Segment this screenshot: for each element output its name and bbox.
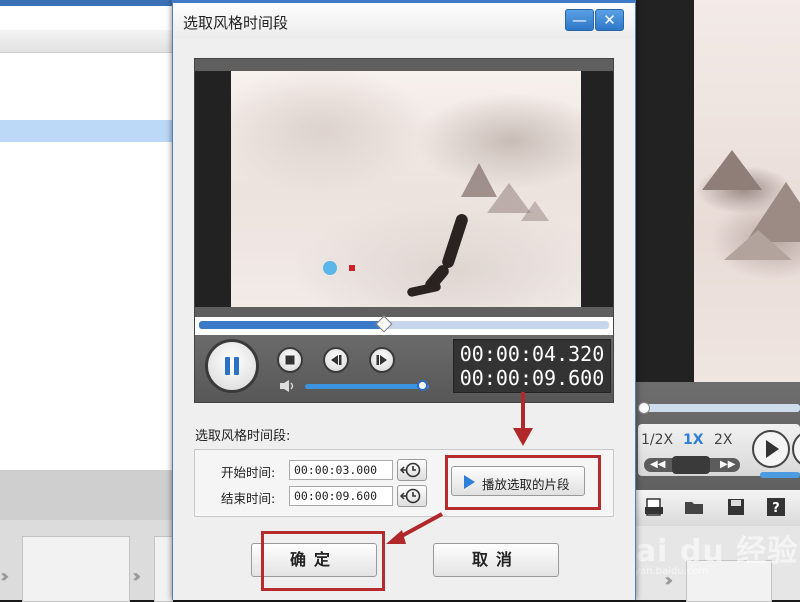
seek-bar-progress	[199, 321, 384, 329]
timeline-thumbnail[interactable]	[154, 536, 173, 602]
fast-forward-icon: ▶▶	[720, 459, 736, 470]
next-frame-button[interactable]	[369, 347, 395, 373]
background-seek-knob[interactable]	[638, 402, 650, 414]
watermark-logo: Bai du 经验	[612, 534, 799, 569]
overlay-record-icon	[349, 265, 355, 271]
volume-slider[interactable]	[305, 384, 429, 389]
time-display: 00:00:04.320 00:00:09.600	[453, 339, 611, 393]
speed-double[interactable]: 2X	[714, 432, 733, 448]
clock-reset-icon	[399, 462, 421, 478]
speed-normal[interactable]: 1X	[683, 432, 704, 448]
dialog-title: 选取风格时间段	[183, 14, 289, 32]
next-frame-icon	[376, 355, 387, 365]
background-titlebar	[0, 0, 172, 6]
help-icon[interactable]: ?	[766, 497, 786, 517]
new-file-icon[interactable]	[644, 497, 664, 517]
previous-frame-button[interactable]	[323, 347, 349, 373]
end-time-label: 结束时间:	[221, 491, 276, 506]
jog-slider[interactable]: ◀◀ ▶▶	[644, 456, 740, 474]
open-folder-icon[interactable]	[684, 497, 704, 517]
dialog-titlebar[interactable]: 选取风格时间段 — ✕	[173, 0, 635, 38]
volume-knob[interactable]	[416, 380, 428, 391]
clock-reset-icon	[399, 488, 421, 504]
jog-knob[interactable]	[672, 456, 710, 474]
end-time-input[interactable]: 00:00:09.600	[289, 486, 393, 506]
close-button[interactable]: ✕	[595, 9, 624, 31]
player-controls: 00:00:04.320 00:00:09.600	[195, 335, 613, 402]
volume-icon[interactable]	[279, 379, 297, 393]
pause-icon	[225, 357, 230, 375]
overlay-dot-icon	[323, 261, 337, 275]
double-chevron-icon: ›››	[0, 566, 9, 587]
background-panel	[0, 470, 172, 520]
speed-half[interactable]: 1/2X	[641, 432, 673, 448]
time-range-section-label: 选取风格时间段:	[195, 429, 291, 444]
video-player: ⌄ 00:00:04.320 00:00:09.	[194, 58, 614, 403]
rewind-icon: ◀◀	[650, 459, 666, 470]
preview-painting	[694, 0, 800, 382]
cancel-button[interactable]: 取消	[433, 543, 559, 577]
background-selected-row[interactable]	[0, 120, 172, 142]
highlight-box-ok	[261, 531, 385, 591]
total-time: 00:00:09.600	[459, 366, 605, 390]
double-chevron-icon: ›››	[132, 566, 141, 587]
timeline-thumbnail[interactable]	[22, 536, 130, 602]
video-frame	[231, 71, 581, 307]
set-start-time-button[interactable]	[397, 459, 427, 481]
annotation-arrow-left	[386, 512, 443, 544]
video-viewport[interactable]	[195, 71, 613, 307]
save-icon[interactable]	[726, 497, 746, 517]
background-seek-bar[interactable]	[638, 404, 800, 412]
pause-icon	[234, 357, 239, 375]
set-end-time-button[interactable]	[397, 485, 427, 507]
stop-icon	[285, 355, 295, 365]
background-play-button[interactable]	[752, 430, 790, 468]
start-time-input[interactable]: 00:00:03.000	[289, 460, 393, 480]
minimize-button[interactable]: —	[565, 9, 594, 31]
seek-bar-knob[interactable]	[375, 315, 392, 333]
svg-text:?: ?	[772, 501, 780, 516]
stop-button[interactable]	[277, 347, 303, 373]
background-list-header	[0, 30, 172, 53]
background-volume-slider[interactable]	[760, 472, 800, 478]
highlight-box-play-segment	[445, 455, 601, 510]
current-time: 00:00:04.320	[459, 342, 605, 366]
annotation-arrow-down-head	[513, 428, 533, 446]
pause-button[interactable]	[205, 339, 259, 393]
seek-bar[interactable]	[199, 315, 609, 333]
start-time-label: 开始时间:	[221, 465, 276, 480]
background-app-left	[0, 0, 172, 600]
previous-frame-icon	[331, 355, 342, 365]
